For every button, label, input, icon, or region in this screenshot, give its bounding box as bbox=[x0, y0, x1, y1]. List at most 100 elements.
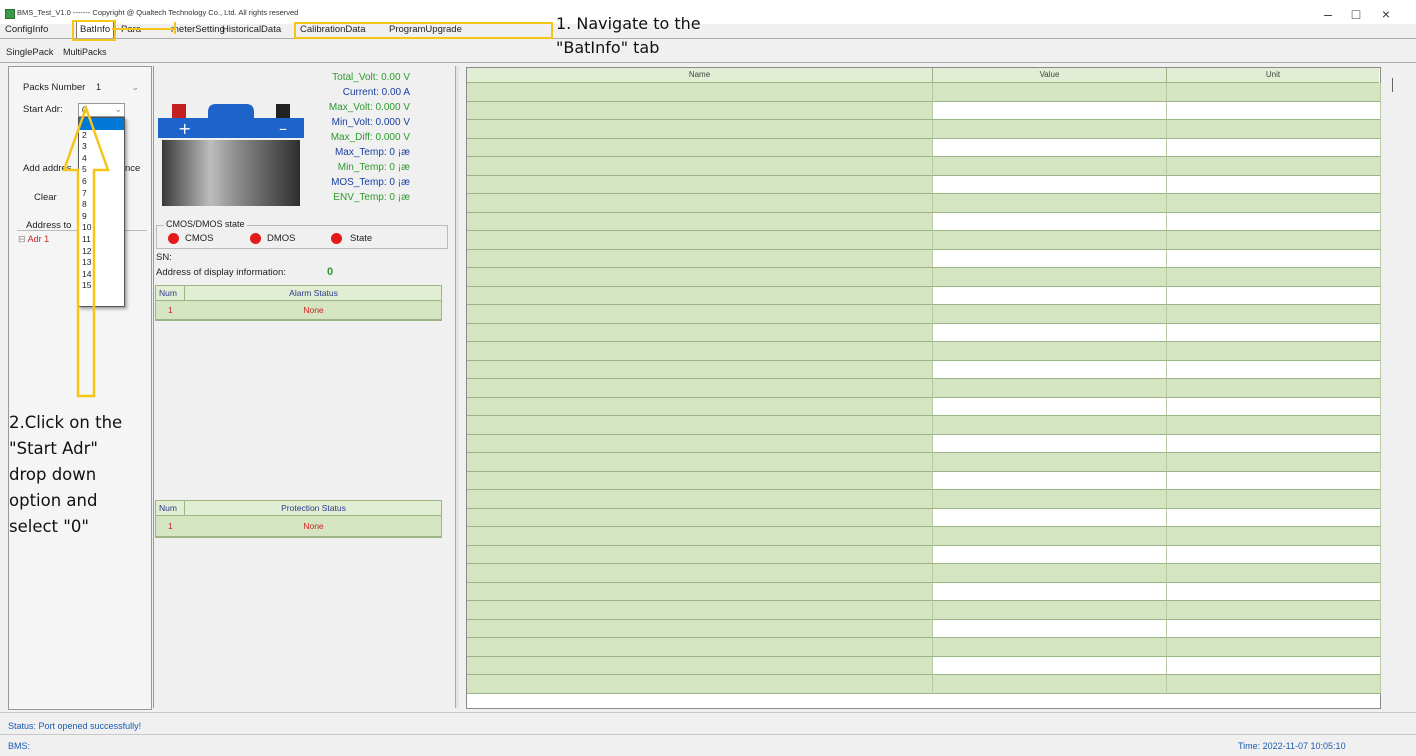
unit-cell[interactable] bbox=[1167, 157, 1381, 176]
unit-cell[interactable] bbox=[1167, 508, 1381, 527]
table-row[interactable] bbox=[467, 101, 1381, 120]
name-cell[interactable] bbox=[467, 305, 933, 324]
unit-cell[interactable] bbox=[1167, 212, 1381, 231]
value-cell[interactable] bbox=[933, 638, 1167, 657]
table-row[interactable] bbox=[467, 490, 1381, 509]
table-row[interactable] bbox=[467, 360, 1381, 379]
scrollbar-thumb[interactable] bbox=[1392, 78, 1393, 92]
value-cell[interactable] bbox=[933, 342, 1167, 361]
unit-cell[interactable] bbox=[1167, 175, 1381, 194]
value-cell[interactable] bbox=[933, 194, 1167, 213]
value-cell[interactable] bbox=[933, 379, 1167, 398]
name-cell[interactable] bbox=[467, 619, 933, 638]
value-cell[interactable] bbox=[933, 231, 1167, 250]
table-row[interactable] bbox=[467, 323, 1381, 342]
table-row[interactable] bbox=[467, 564, 1381, 583]
name-cell[interactable] bbox=[467, 323, 933, 342]
table-row[interactable] bbox=[467, 138, 1381, 157]
name-cell[interactable] bbox=[467, 212, 933, 231]
name-cell[interactable] bbox=[467, 601, 933, 620]
name-cell[interactable] bbox=[467, 675, 933, 694]
name-cell[interactable] bbox=[467, 249, 933, 268]
value-cell[interactable] bbox=[933, 434, 1167, 453]
value-cell[interactable] bbox=[933, 527, 1167, 546]
table-row[interactable] bbox=[467, 434, 1381, 453]
name-cell[interactable] bbox=[467, 564, 933, 583]
unit-cell[interactable] bbox=[1167, 545, 1381, 564]
unit-cell[interactable] bbox=[1167, 138, 1381, 157]
table-row[interactable] bbox=[467, 249, 1381, 268]
unit-cell[interactable] bbox=[1167, 342, 1381, 361]
name-cell[interactable] bbox=[467, 120, 933, 139]
table-row[interactable] bbox=[467, 379, 1381, 398]
table-row[interactable] bbox=[467, 638, 1381, 657]
name-cell[interactable] bbox=[467, 527, 933, 546]
name-cell[interactable] bbox=[467, 397, 933, 416]
unit-cell[interactable] bbox=[1167, 656, 1381, 675]
name-cell[interactable] bbox=[467, 490, 933, 509]
unit-cell[interactable] bbox=[1167, 397, 1381, 416]
tab-configinfo[interactable]: ConfigInfo bbox=[2, 22, 51, 38]
table-row[interactable] bbox=[467, 268, 1381, 287]
unit-cell[interactable] bbox=[1167, 249, 1381, 268]
value-cell[interactable] bbox=[933, 582, 1167, 601]
name-cell[interactable] bbox=[467, 434, 933, 453]
value-cell[interactable] bbox=[933, 416, 1167, 435]
table-row[interactable] bbox=[467, 175, 1381, 194]
name-cell[interactable] bbox=[467, 231, 933, 250]
name-cell[interactable] bbox=[467, 508, 933, 527]
name-cell[interactable] bbox=[467, 360, 933, 379]
value-cell[interactable] bbox=[933, 453, 1167, 472]
unit-cell[interactable] bbox=[1167, 638, 1381, 657]
value-cell[interactable] bbox=[933, 120, 1167, 139]
name-cell[interactable] bbox=[467, 545, 933, 564]
unit-cell[interactable] bbox=[1167, 305, 1381, 324]
value-cell[interactable] bbox=[933, 508, 1167, 527]
minimize-button[interactable]: – bbox=[1319, 6, 1337, 22]
unit-cell[interactable] bbox=[1167, 120, 1381, 139]
table-row[interactable] bbox=[467, 508, 1381, 527]
packs-number-select[interactable]: 1 ⌄ bbox=[93, 81, 141, 93]
name-cell[interactable] bbox=[467, 416, 933, 435]
value-cell[interactable] bbox=[933, 471, 1167, 490]
tab-para[interactable]: Para bbox=[118, 22, 144, 38]
unit-cell[interactable] bbox=[1167, 490, 1381, 509]
name-cell[interactable] bbox=[467, 342, 933, 361]
name-cell[interactable] bbox=[467, 138, 933, 157]
table-row[interactable] bbox=[467, 527, 1381, 546]
value-cell[interactable] bbox=[933, 675, 1167, 694]
value-cell[interactable] bbox=[933, 268, 1167, 287]
table-row[interactable] bbox=[467, 582, 1381, 601]
table-row[interactable] bbox=[467, 212, 1381, 231]
table-row[interactable] bbox=[467, 397, 1381, 416]
value-cell[interactable] bbox=[933, 656, 1167, 675]
unit-cell[interactable] bbox=[1167, 101, 1381, 120]
table-row[interactable] bbox=[467, 194, 1381, 213]
table-row[interactable] bbox=[467, 675, 1381, 694]
table-row[interactable] bbox=[467, 305, 1381, 324]
table-row[interactable] bbox=[467, 601, 1381, 620]
unit-cell[interactable] bbox=[1167, 619, 1381, 638]
name-cell[interactable] bbox=[467, 453, 933, 472]
unit-cell[interactable] bbox=[1167, 323, 1381, 342]
unit-cell[interactable] bbox=[1167, 601, 1381, 620]
name-cell[interactable] bbox=[467, 157, 933, 176]
value-cell[interactable] bbox=[933, 286, 1167, 305]
value-cell[interactable] bbox=[933, 175, 1167, 194]
value-cell[interactable] bbox=[933, 490, 1167, 509]
name-cell[interactable] bbox=[467, 101, 933, 120]
table-row[interactable] bbox=[467, 157, 1381, 176]
table-row[interactable] bbox=[467, 416, 1381, 435]
name-cell[interactable] bbox=[467, 175, 933, 194]
close-button[interactable]: × bbox=[1377, 6, 1395, 22]
maximize-button[interactable]: □ bbox=[1347, 6, 1365, 22]
value-cell[interactable] bbox=[933, 212, 1167, 231]
value-cell[interactable] bbox=[933, 601, 1167, 620]
unit-cell[interactable] bbox=[1167, 527, 1381, 546]
value-cell[interactable] bbox=[933, 323, 1167, 342]
unit-cell[interactable] bbox=[1167, 675, 1381, 694]
tab-singlepack[interactable]: SinglePack bbox=[6, 47, 54, 58]
value-cell[interactable] bbox=[933, 83, 1167, 102]
value-cell[interactable] bbox=[933, 397, 1167, 416]
name-cell[interactable] bbox=[467, 268, 933, 287]
